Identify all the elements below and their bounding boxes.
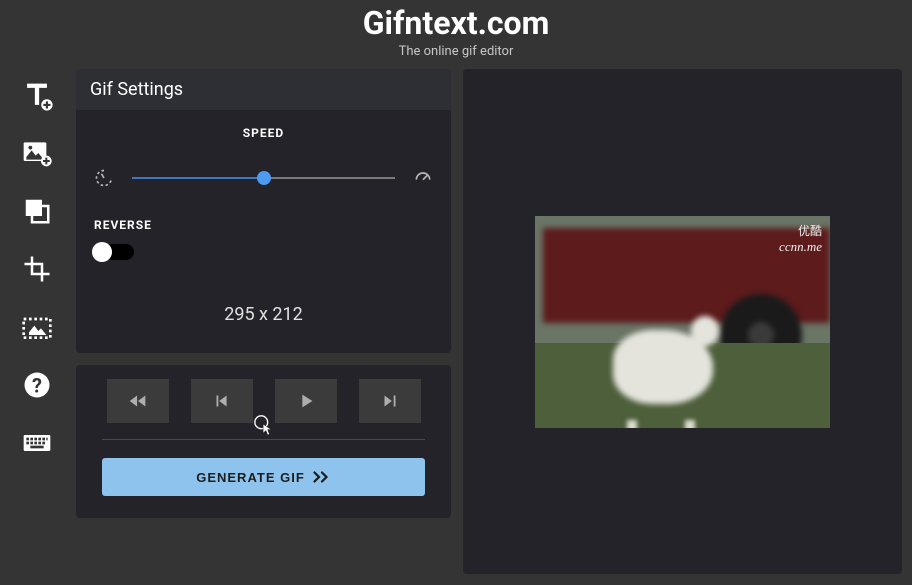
rewind-button[interactable] [107, 379, 169, 423]
skip-next-icon [379, 390, 401, 412]
play-icon [295, 390, 317, 412]
site-subtitle: The online gif editor [0, 44, 912, 59]
gif-preview[interactable]: 优酷 ccnn.me [535, 216, 830, 428]
preview-panel: 优酷 ccnn.me [463, 69, 902, 574]
dimensions-text: 295 x 212 [94, 304, 433, 325]
resize-icon [21, 311, 53, 343]
speed-label: SPEED [94, 126, 433, 140]
double-chevron-icon [313, 470, 331, 484]
text-icon [20, 78, 54, 112]
playback-row [102, 379, 425, 440]
reverse-toggle[interactable] [94, 244, 134, 260]
skip-previous-icon [211, 390, 233, 412]
image-icon [21, 137, 53, 169]
watermark: 优酷 ccnn.me [779, 222, 822, 255]
add-shape-button[interactable] [15, 189, 59, 233]
toggle-knob [92, 242, 112, 262]
keyboard-icon [21, 427, 53, 459]
panel-title: Gif Settings [76, 69, 451, 110]
prev-frame-button[interactable] [191, 379, 253, 423]
keyboard-button[interactable] [15, 421, 59, 465]
svg-text:?: ? [32, 374, 42, 398]
generate-label: GENERATE GIF [196, 470, 305, 485]
play-button[interactable] [275, 379, 337, 423]
header: Gifntext.com The online gif editor [0, 0, 912, 59]
speed-slider[interactable] [132, 168, 395, 188]
slider-thumb[interactable] [257, 171, 271, 185]
generate-gif-button[interactable]: GENERATE GIF [102, 458, 425, 496]
next-frame-button[interactable] [359, 379, 421, 423]
slow-icon [94, 168, 114, 188]
gif-settings-panel: Gif Settings SPEED REVERSE [76, 69, 451, 353]
shape-icon [22, 196, 52, 226]
resize-button[interactable] [15, 305, 59, 349]
watermark-line2: ccnn.me [779, 239, 822, 255]
crop-icon [22, 254, 52, 284]
rewind-icon [127, 390, 149, 412]
reverse-label: REVERSE [94, 218, 433, 232]
site-title: Gifntext.com [0, 4, 912, 42]
main-layout: ? Gif Settings SPEED [0, 59, 912, 574]
add-image-button[interactable] [15, 131, 59, 175]
help-button[interactable]: ? [15, 363, 59, 407]
add-text-button[interactable] [15, 73, 59, 117]
playback-panel: GENERATE GIF [76, 365, 451, 518]
speed-slider-row [94, 168, 433, 188]
left-column: Gif Settings SPEED REVERSE [76, 69, 451, 574]
fast-icon [413, 168, 433, 188]
tools-toolbar: ? [10, 69, 64, 574]
help-icon: ? [22, 370, 52, 400]
watermark-line1: 优酷 [779, 222, 822, 239]
crop-button[interactable] [15, 247, 59, 291]
